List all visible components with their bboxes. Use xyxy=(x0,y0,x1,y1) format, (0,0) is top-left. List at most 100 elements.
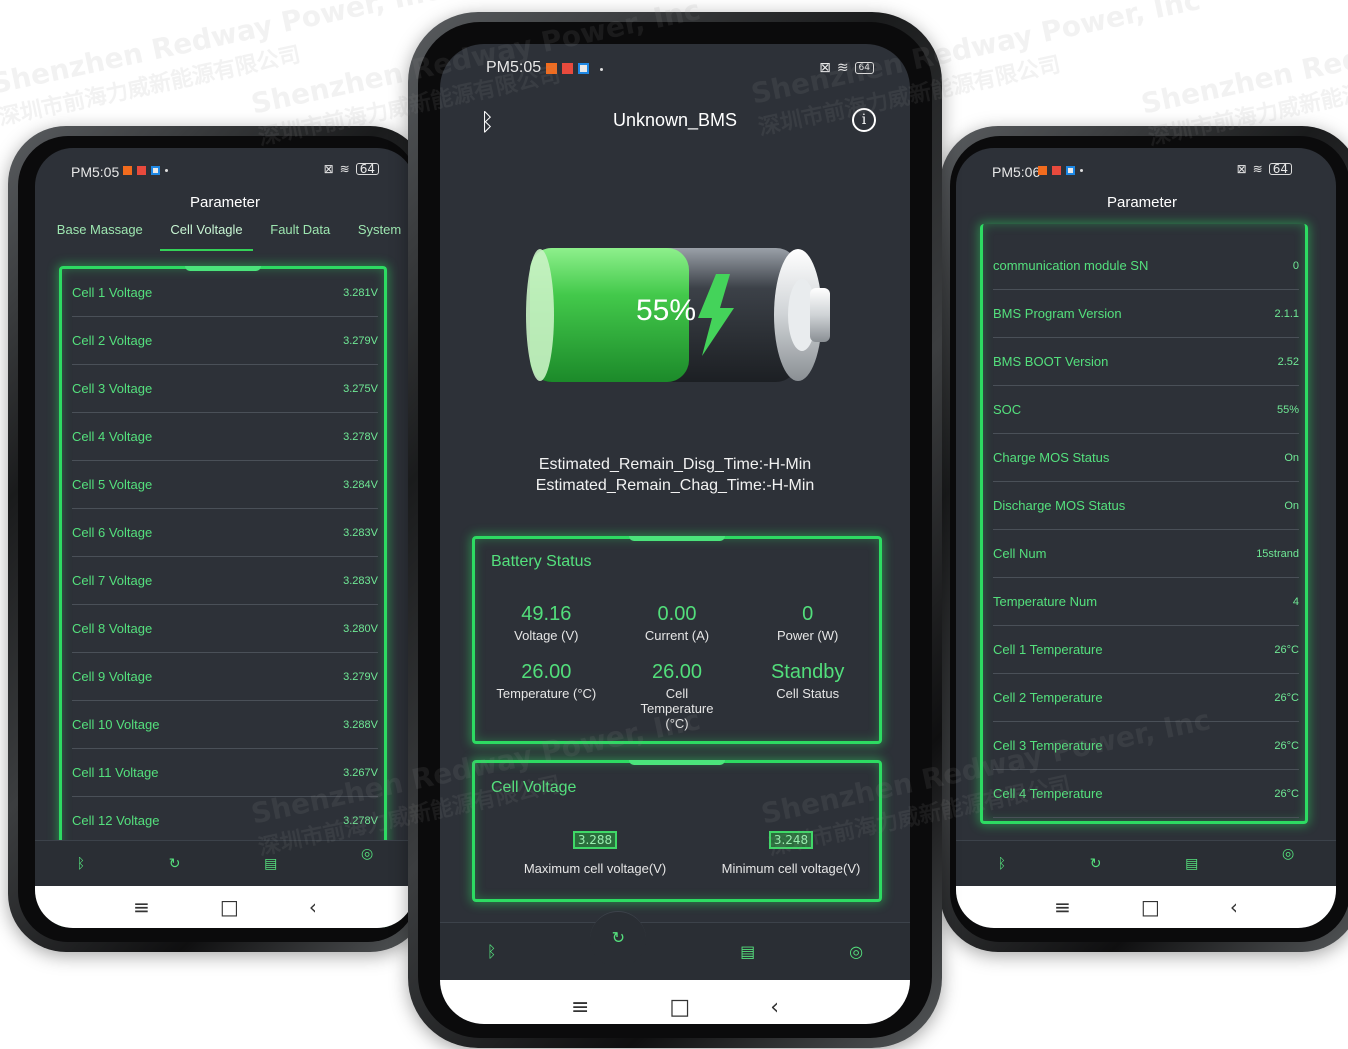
info-icon[interactable]: i xyxy=(852,108,876,132)
sim-x-icon: ⊠ xyxy=(1236,162,1247,176)
stat-current: 0.00 Current (A) xyxy=(644,603,710,643)
row-label: Cell 9 Voltage xyxy=(72,669,153,684)
row-label: Cell 11 Voltage xyxy=(72,765,159,780)
home-icon[interactable]: □ xyxy=(220,895,239,919)
row-value: 26°C xyxy=(1274,691,1299,704)
tab-system[interactable]: System xyxy=(358,222,401,243)
system-icons: ⊠ ≋ 64 xyxy=(324,162,379,176)
back-icon[interactable]: ‹ xyxy=(309,895,317,919)
battery-icon: 64 xyxy=(1268,163,1292,175)
mail-icon xyxy=(151,166,160,175)
row-value: 26°C xyxy=(1274,787,1299,800)
row-value: 3.288V xyxy=(343,718,378,731)
row-label: Cell 4 Temperature xyxy=(993,786,1103,801)
system-nav-bar: ≡ □ ‹ xyxy=(35,886,415,928)
battery-status-panel: Battery Status 49.16 Voltage (V) 0.00 Curr… xyxy=(472,536,882,744)
row-label: Cell 3 Temperature xyxy=(993,738,1103,753)
list-item: Cell 4 Voltage 3.278V xyxy=(72,413,378,461)
tab-fault-data[interactable]: Fault Data xyxy=(270,222,330,243)
row-label: BMS BOOT Version xyxy=(993,354,1109,369)
document-icon[interactable]: ▤ xyxy=(740,942,755,961)
center-phone: PM5:05 ⊠ ≋ 64 ᛒ Unknown_BMS i 55% Estima… xyxy=(408,12,942,1048)
menu-icon[interactable]: ≡ xyxy=(1054,895,1071,919)
row-value: 3.278V xyxy=(343,814,378,827)
row-value: 3.275V xyxy=(343,382,378,395)
battery-gauge: 55% xyxy=(520,244,832,386)
center-screen: PM5:05 ⊠ ≋ 64 ᛒ Unknown_BMS i 55% Estima… xyxy=(440,44,910,1024)
system-icons: ⊠ ≋ 64 xyxy=(819,60,874,76)
tab-bar: Base Massage Cell Voltagle Fault Data Sy… xyxy=(43,222,415,251)
battery-stats-grid: 49.16 Voltage (V) 0.00 Current (A) 0 Power … xyxy=(481,603,873,731)
settings-icon[interactable]: ◎ xyxy=(1282,846,1294,862)
cell-voltage-title: Cell Voltage xyxy=(491,779,577,796)
bluetooth-icon[interactable]: ᛒ xyxy=(487,942,497,961)
row-label: Cell 6 Voltage xyxy=(72,525,153,540)
stat-temperature: 26.00 Temperature (°C) xyxy=(496,661,597,701)
wifi-icon: ≋ xyxy=(1252,162,1263,176)
wifi-icon: ≋ xyxy=(836,60,849,76)
status-bar: PM5:06 ⊠ ≋ 64 xyxy=(956,148,1336,188)
row-label: Cell 1 Temperature xyxy=(993,642,1103,657)
min-voltage-label: Minimum cell voltage(V) xyxy=(721,861,861,876)
refresh-icon[interactable]: ↻ xyxy=(169,856,181,872)
back-icon[interactable]: ‹ xyxy=(1230,895,1238,919)
list-item: Cell 1 Temperature 26°C xyxy=(993,626,1299,674)
tab-cell-voltage[interactable]: Cell Voltagle xyxy=(160,222,253,251)
home-icon[interactable]: □ xyxy=(669,995,690,1020)
settings-icon[interactable]: ◎ xyxy=(361,846,373,862)
back-icon[interactable]: ‹ xyxy=(770,995,779,1020)
document-icon[interactable]: ▤ xyxy=(1185,856,1198,872)
document-icon[interactable]: ▤ xyxy=(264,856,277,872)
row-label: Cell 4 Voltage xyxy=(72,429,153,444)
cell-voltage-panel: Cell Voltage 3.288 Maximum cell voltage(… xyxy=(472,760,882,902)
watermark: Shenzhen Redway Power, Inc深圳市前海力威新能源有限公司 xyxy=(0,0,450,132)
status-time: PM5:06 xyxy=(992,164,1041,180)
status-bar: PM5:05 ⊠ ≋ 64 xyxy=(35,148,415,188)
battery-icon: 64 xyxy=(854,62,874,74)
list-item: Cell 11 Voltage 3.267V xyxy=(72,749,378,797)
row-value: 3.280V xyxy=(343,622,378,635)
row-value: 0 xyxy=(1292,259,1299,272)
row-label: SOC xyxy=(993,402,1022,417)
left-screen: PM5:05 ⊠ ≋ 64 Parameter Base Massage Cel… xyxy=(35,148,415,928)
menu-icon[interactable]: ≡ xyxy=(133,895,150,919)
list-item: Cell 8 Voltage 3.280V xyxy=(72,605,378,653)
watermark-line: 深圳市前海力威新能源有限公司 xyxy=(0,42,303,131)
settings-icon[interactable]: ◎ xyxy=(849,942,863,961)
min-cell-voltage: 3.248 Minimum cell voltage(V) xyxy=(701,829,881,876)
row-value: 3.284V xyxy=(343,478,378,491)
mi-icon xyxy=(546,63,557,74)
page-title: Parameter xyxy=(189,194,261,211)
list-item: Cell 2 Voltage 3.279V xyxy=(72,317,378,365)
row-value: 2.52 xyxy=(1277,355,1299,368)
soc-percent: 55% xyxy=(636,294,697,327)
device-title: Unknown_BMS xyxy=(612,110,738,130)
row-value: 3.279V xyxy=(343,334,378,347)
row-value: 2.1.1 xyxy=(1274,307,1299,320)
row-value: On xyxy=(1284,451,1299,464)
red-square-icon xyxy=(1052,166,1061,175)
system-nav-bar: ≡ □ ‹ xyxy=(440,980,910,1024)
max-cell-voltage: 3.288 Maximum cell voltage(V) xyxy=(505,829,685,876)
red-square-icon xyxy=(137,166,146,175)
system-parameter-list: communication module SN 0 BMS Program Vers… xyxy=(980,224,1308,824)
row-value: 3.279V xyxy=(343,670,378,683)
home-icon[interactable]: □ xyxy=(1141,895,1160,919)
right-screen: PM5:06 ⊠ ≋ 64 Parameter communication mo… xyxy=(956,148,1336,928)
list-item: BMS Program Version 2.1.1 xyxy=(993,290,1299,338)
row-label: Cell 8 Voltage xyxy=(72,621,153,636)
mi-icon xyxy=(123,166,132,175)
list-item: SOC 55% xyxy=(993,386,1299,434)
list-item: Cell 5 Voltage 3.284V xyxy=(72,461,378,509)
row-label: Cell 12 Voltage xyxy=(72,813,160,828)
remain-charge-time: Estimated_Remain_Chag_Time:-H-Min xyxy=(535,477,815,494)
tab-base-massage[interactable]: Base Massage xyxy=(57,222,143,243)
list-item: Cell 3 Temperature 26°C xyxy=(993,722,1299,770)
bluetooth-icon[interactable]: ᛒ xyxy=(998,856,1006,872)
menu-icon[interactable]: ≡ xyxy=(571,995,589,1020)
sim-x-icon: ⊠ xyxy=(323,162,334,176)
notification-icons xyxy=(1038,166,1083,175)
bluetooth-icon[interactable]: ᛒ xyxy=(77,856,85,872)
refresh-icon[interactable]: ↻ xyxy=(590,910,647,967)
refresh-icon[interactable]: ↻ xyxy=(1090,856,1102,872)
